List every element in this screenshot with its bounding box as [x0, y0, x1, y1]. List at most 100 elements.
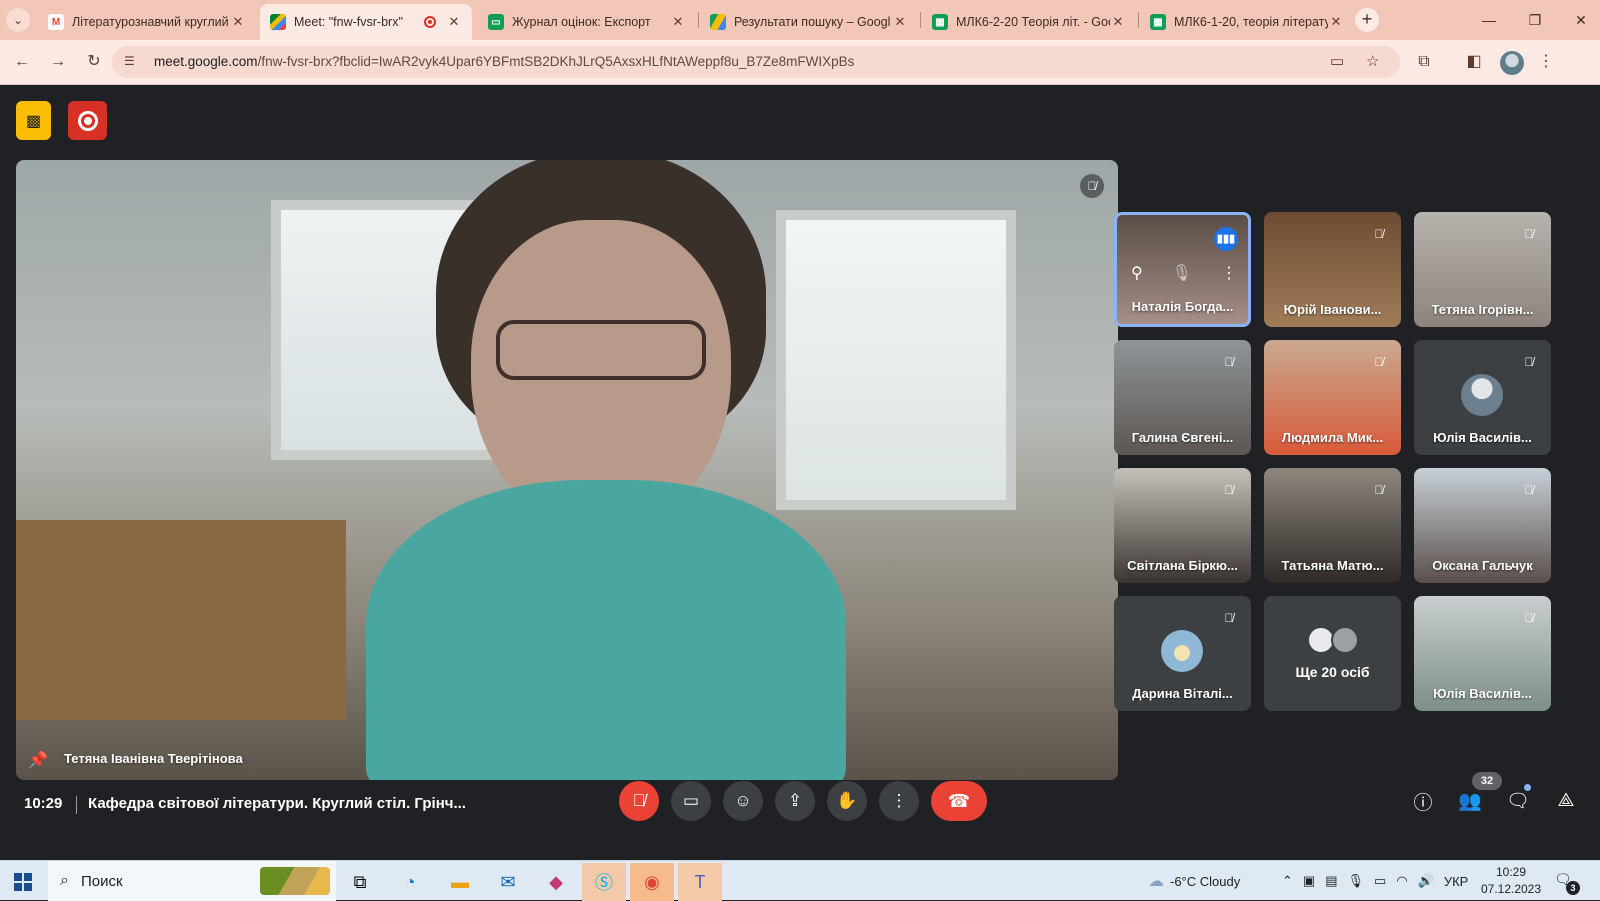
- chevron-up-icon[interactable]: ⌃: [1282, 873, 1293, 889]
- tab-sheets-2[interactable]: ▦ МЛК6-1-20, теорія літерату ✕: [1140, 4, 1354, 40]
- battery-icon[interactable]: ▭: [1374, 873, 1386, 889]
- close-icon[interactable]: ✕: [1328, 14, 1344, 30]
- mic-icon[interactable]: 🎙: [1348, 873, 1365, 889]
- volume-icon[interactable]: 🔊: [1418, 873, 1434, 889]
- participant-tile[interactable]: 🎙̸ Галина Євгені...: [1114, 340, 1251, 455]
- tab-classroom[interactable]: ▭ Журнал оцінок: Експорт ✕: [478, 4, 696, 40]
- cloud-icon: ☁: [1148, 873, 1164, 890]
- restore-button[interactable]: ❐: [1520, 8, 1550, 32]
- arrow-right-icon: →: [50, 53, 66, 70]
- file-explorer-app[interactable]: ▬: [438, 863, 482, 901]
- mic-icon[interactable]: 🎙: [1172, 263, 1192, 283]
- side-panel-button[interactable]: ◧: [1462, 50, 1486, 74]
- url-domain: meet.google.com: [154, 54, 258, 69]
- close-icon: ✕: [1575, 12, 1587, 28]
- language-indicator[interactable]: УКР: [1444, 874, 1469, 889]
- more-vert-icon[interactable]: ⋮: [1221, 263, 1237, 283]
- participant-tile[interactable]: 🎙̸ Юлія Василів...: [1414, 340, 1551, 455]
- cc-off-icon: ▩: [25, 112, 42, 130]
- reload-button[interactable]: ↻: [82, 50, 106, 74]
- close-icon[interactable]: ✕: [230, 14, 246, 30]
- tab-gmail[interactable]: M Літературознавчий круглий ✕: [38, 4, 256, 40]
- chrome-app[interactable]: ◉: [630, 863, 674, 901]
- close-window-button[interactable]: ✕: [1566, 8, 1596, 32]
- restore-icon: ❐: [1528, 12, 1542, 28]
- edge-app[interactable]: ◔: [388, 863, 432, 901]
- participant-tile[interactable]: ▮▮▮ ⚲ 🎙 ⋮ Наталія Богда...: [1114, 212, 1251, 327]
- address-bar[interactable]: ☰ meet.google.com/fnw-fvsr-brx?fbclid=Iw…: [112, 46, 1400, 78]
- tab-title: МЛК6-1-20, теорія літерату: [1174, 15, 1328, 29]
- close-icon[interactable]: ✕: [446, 14, 462, 30]
- new-tab-button[interactable]: +: [1355, 8, 1379, 32]
- chat-button[interactable]: 🗨: [1500, 783, 1536, 819]
- participant-tile[interactable]: 🎙̸ Татьяна Матю...: [1264, 468, 1401, 583]
- camera-icon[interactable]: ▣: [1303, 873, 1315, 889]
- skype-app[interactable]: Ⓢ: [582, 863, 626, 901]
- weather-widget[interactable]: ☁ -6°C Cloudy: [1148, 861, 1240, 901]
- windows-start-icon[interactable]: [14, 873, 32, 891]
- participant-tile[interactable]: 🎙̸ Світлана Біркю...: [1114, 468, 1251, 583]
- edge-icon: ◔: [404, 871, 416, 892]
- more-options-button[interactable]: ⋮: [879, 781, 919, 821]
- bookmark-star-icon[interactable]: ☆: [1366, 52, 1379, 70]
- participant-tile[interactable]: 🎙̸ Юрій Іванови...: [1264, 212, 1401, 327]
- participant-name: Людмила Мик...: [1281, 430, 1384, 445]
- classroom-icon: ▭: [488, 14, 504, 30]
- more-participants-avatars: [1307, 626, 1359, 654]
- leave-call-button[interactable]: ☎: [931, 781, 987, 821]
- profile-avatar[interactable]: [1500, 51, 1524, 75]
- tab-drive[interactable]: Результати пошуку – Googl ✕: [700, 4, 918, 40]
- camera-toggle-button[interactable]: ▭: [671, 781, 711, 821]
- mic-toggle-button[interactable]: 🎙̸: [619, 781, 659, 821]
- chrome-icon: ◉: [644, 871, 660, 892]
- captions-off-badge[interactable]: ▩: [16, 101, 51, 140]
- browser-menu-button[interactable]: ⋮: [1534, 50, 1558, 74]
- main-speaker-video[interactable]: 🎙̸ 📌 Тетяна Іванівна Тверітінова: [16, 160, 1118, 780]
- tab-search-menu[interactable]: ⌄: [6, 8, 30, 32]
- close-icon[interactable]: ✕: [1110, 14, 1126, 30]
- mic-off-icon: 🎙̸: [1374, 355, 1384, 369]
- present-screen-button[interactable]: ⇪: [775, 781, 815, 821]
- more-vert-icon: ⋮: [890, 791, 908, 810]
- meeting-details-button[interactable]: ⓘ: [1405, 783, 1441, 819]
- activities-button[interactable]: ⟁: [1548, 783, 1584, 819]
- taskbar-search[interactable]: ⌕ Поиск: [48, 861, 336, 901]
- main-speaker-name: Тетяна Іванівна Тверітінова: [64, 751, 243, 766]
- more-participants-tile[interactable]: Ще 20 осіб: [1264, 596, 1401, 711]
- camera-in-use-icon[interactable]: ▭: [1330, 52, 1344, 70]
- task-view-button[interactable]: ⧉: [338, 863, 382, 901]
- back-button[interactable]: ←: [10, 50, 34, 74]
- taskbar-clock[interactable]: 10:29 07.12.2023: [1478, 864, 1544, 898]
- wifi-icon[interactable]: ◠: [1396, 873, 1407, 889]
- tab-title: Результати пошуку – Googl: [734, 15, 891, 29]
- tab-sheets-1[interactable]: ▦ МЛК6-2-20 Теорія літ. - Goo ✕: [922, 4, 1136, 40]
- mic-off-icon: 🎙̸: [1374, 483, 1384, 497]
- site-settings-icon[interactable]: ☰: [124, 54, 140, 70]
- pinned-app[interactable]: ◆: [534, 863, 578, 901]
- participant-tile[interactable]: 🎙̸ Тетяна Ігорівн...: [1414, 212, 1551, 327]
- url-text[interactable]: meet.google.com/fnw-fvsr-brx?fbclid=IwAR…: [154, 54, 854, 69]
- tab-meet[interactable]: Meet: "fnw-fvsr-brx" ✕: [260, 4, 472, 40]
- forward-button[interactable]: →: [46, 50, 70, 74]
- reactions-button[interactable]: ☺: [723, 781, 763, 821]
- teams-app[interactable]: T: [678, 863, 722, 901]
- screen-icon[interactable]: ▤: [1325, 873, 1337, 889]
- close-icon[interactable]: ✕: [670, 14, 686, 30]
- participant-tile[interactable]: 🎙̸ Людмила Мик...: [1264, 340, 1401, 455]
- extensions-button[interactable]: ⧉: [1412, 50, 1436, 74]
- participant-tile[interactable]: 🎙̸ Дарина Віталі...: [1114, 596, 1251, 711]
- mic-off-icon: 🎙̸: [632, 791, 646, 810]
- close-icon[interactable]: ✕: [892, 14, 908, 30]
- minimize-button[interactable]: —: [1474, 8, 1504, 32]
- raise-hand-button[interactable]: ✋: [827, 781, 867, 821]
- notification-center-button[interactable]: 🗨 3: [1554, 871, 1580, 895]
- pin-icon[interactable]: ⚲: [1131, 263, 1143, 283]
- recording-badge[interactable]: [68, 101, 107, 140]
- participant-tile[interactable]: 🎙̸ Оксана Гальчук: [1414, 468, 1551, 583]
- mail-app[interactable]: ✉: [486, 863, 530, 901]
- people-button[interactable]: 👥: [1452, 783, 1488, 819]
- pin-icon[interactable]: 📌: [28, 750, 48, 770]
- participant-tile[interactable]: 🎙̸ Юлія Василів...: [1414, 596, 1551, 711]
- tab-title: МЛК6-2-20 Теорія літ. - Goo: [956, 15, 1110, 29]
- mic-off-icon: 🎙̸: [1524, 483, 1534, 497]
